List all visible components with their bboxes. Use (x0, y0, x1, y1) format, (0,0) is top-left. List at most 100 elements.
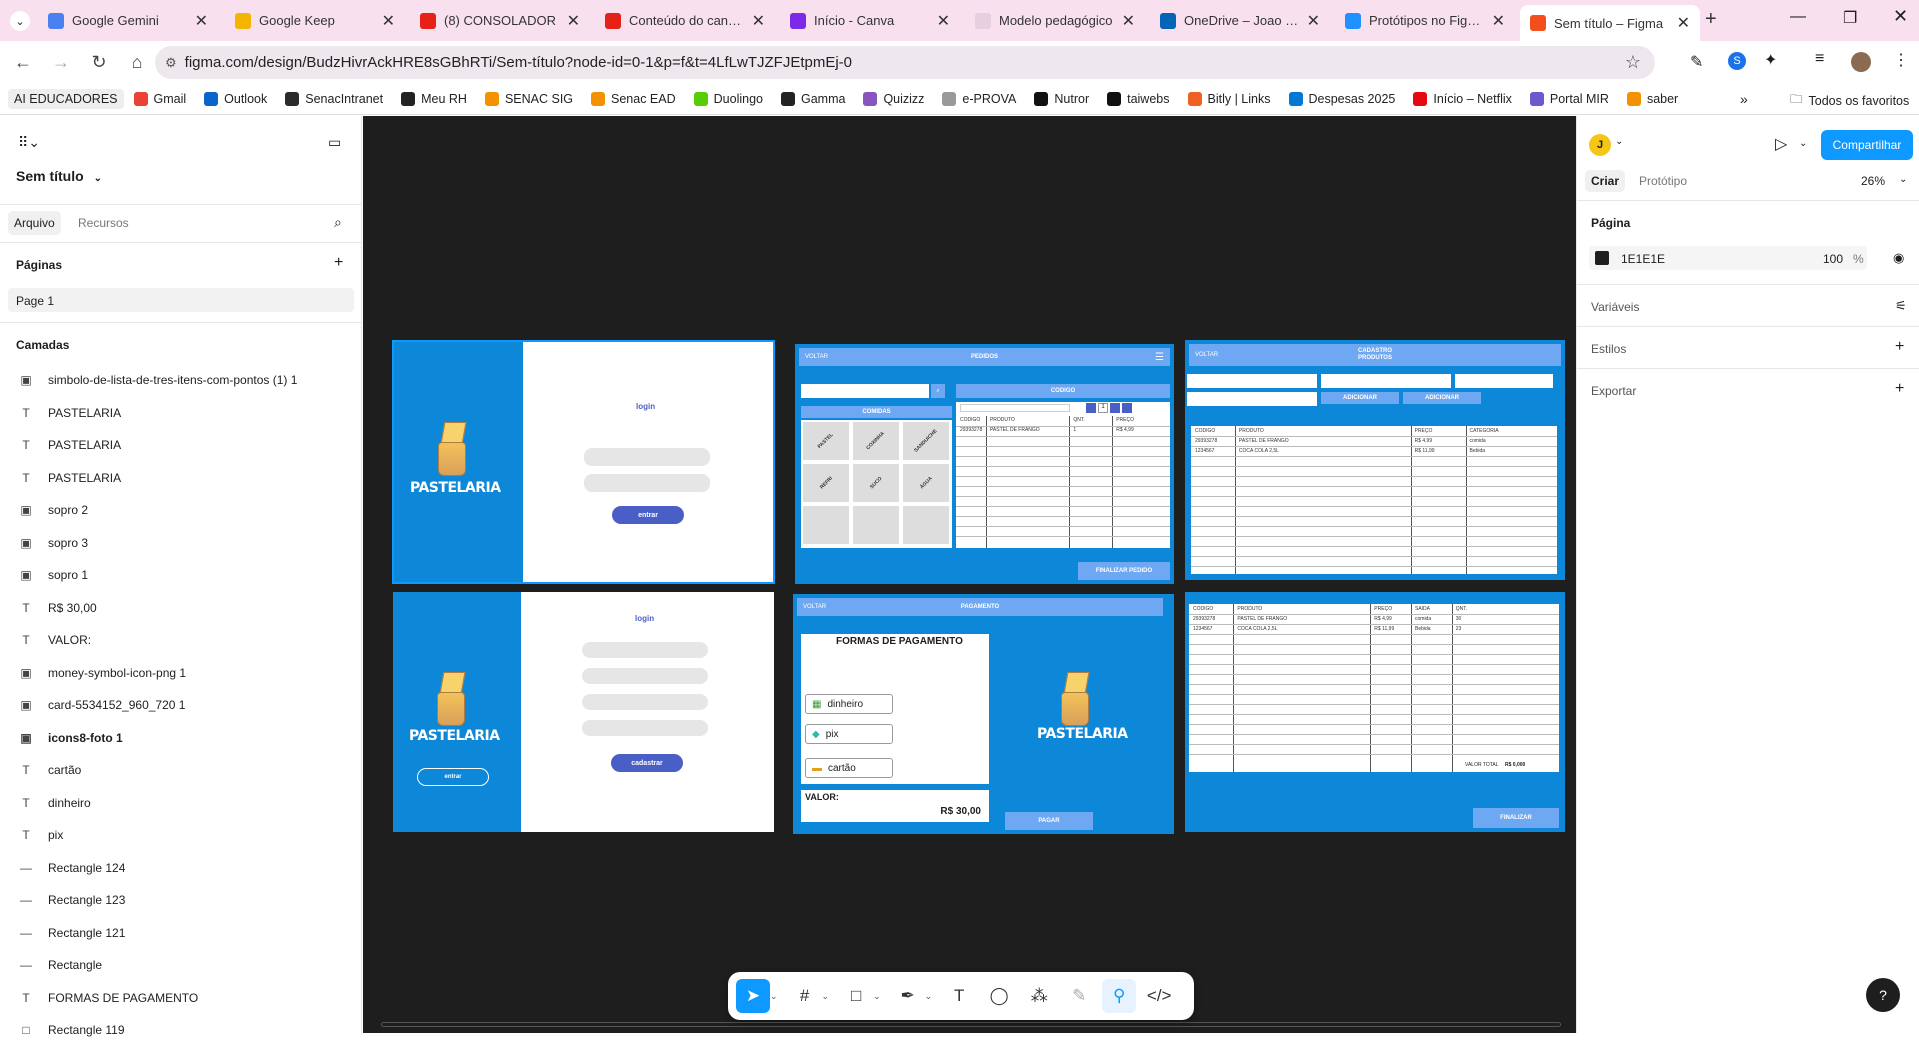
toggle-sidebar-icon[interactable]: ▭ (328, 134, 341, 151)
browser-tab[interactable]: Conteúdo do canal - ✕ (595, 7, 775, 34)
browser-tab[interactable]: Início - Canva ✕ (780, 7, 960, 34)
add-page-icon[interactable]: + (334, 254, 343, 272)
move-tool-icon[interactable]: ➤ (736, 979, 770, 1013)
add-button-2[interactable]: ADICIONAR (1403, 392, 1481, 404)
category-field[interactable] (1321, 374, 1451, 388)
browser-tab[interactable]: Modelo pedagógico ✕ (965, 7, 1145, 34)
tab-close-icon[interactable]: ✕ (752, 11, 765, 31)
search-icon[interactable]: ⌕ (334, 214, 342, 231)
entrar-link-button[interactable]: entrar (417, 768, 489, 786)
tab-search-icon[interactable]: ⌄ (10, 11, 30, 31)
back-link[interactable]: VOLTAR (803, 604, 826, 610)
bookmark-item[interactable]: Gamma (773, 91, 853, 106)
horizontal-scrollbar[interactable] (381, 1022, 1561, 1027)
export-label[interactable]: Exportar (1591, 384, 1636, 398)
home-icon[interactable]: ⌂ (122, 47, 152, 77)
finalizar-button[interactable]: FINALIZAR (1473, 808, 1559, 828)
bookmark-item[interactable]: Quizizz (855, 91, 932, 106)
actions-tool-icon[interactable]: ⁂ (1022, 979, 1056, 1013)
layer-item[interactable]: T VALOR: (0, 624, 362, 656)
file-title[interactable]: Sem título ⌄ (16, 168, 102, 184)
draw-mode-icon[interactable]: ✎ (1062, 979, 1096, 1013)
menu-item-tile[interactable]: SUCO (852, 463, 900, 503)
opacity-value[interactable]: 100 (1823, 252, 1843, 266)
design-mode-icon[interactable]: ⚲ (1102, 979, 1137, 1013)
email-field[interactable] (582, 668, 708, 684)
menu-item-tile[interactable] (852, 505, 900, 545)
browser-tab[interactable]: Protótipos no Figma ✕ (1335, 7, 1515, 34)
menu-item-tile[interactable]: ÁGUA (902, 463, 950, 503)
layer-item[interactable]: — Rectangle 121 (0, 917, 362, 949)
zoom-chevron-icon[interactable]: ⌄ (1899, 174, 1907, 185)
bookmark-item[interactable]: Meu RH (393, 91, 475, 106)
variables-settings-icon[interactable]: ⚟ (1895, 298, 1907, 314)
reload-icon[interactable]: ↻ (84, 47, 114, 77)
add-export-icon[interactable]: + (1895, 380, 1904, 398)
dev-mode-icon[interactable]: </> (1142, 979, 1176, 1013)
pen-tool-icon[interactable]: ✒ (891, 979, 925, 1013)
bookmark-item[interactable]: saber (1619, 91, 1686, 106)
layer-item[interactable]: — Rectangle 124 (0, 852, 362, 884)
tab-close-icon[interactable]: ✕ (937, 11, 950, 31)
menu-list-icon[interactable]: ☰ (1155, 352, 1164, 363)
share-button[interactable]: Compartilhar (1821, 130, 1913, 160)
bookmark-item[interactable]: Bitly | Links (1180, 91, 1279, 106)
tab-file[interactable]: Arquivo (8, 211, 61, 235)
browser-tab[interactable]: Google Gemini ✕ (38, 7, 218, 34)
layer-item[interactable]: ▣ sopro 1 (0, 559, 362, 591)
layer-item[interactable]: — Rectangle (0, 949, 362, 981)
tab-close-icon[interactable]: ✕ (1492, 11, 1505, 31)
pagar-button[interactable]: PAGAR (1005, 812, 1093, 830)
chevron-down-icon[interactable]: ⌄ (1615, 136, 1623, 147)
plus-icon[interactable] (1110, 403, 1120, 413)
menu-item-tile[interactable] (902, 505, 950, 545)
bookmark-item[interactable]: Senac EAD (583, 91, 684, 106)
price-field[interactable] (1455, 374, 1553, 388)
extensions-puzzle-icon[interactable]: ✦ (1764, 50, 1777, 70)
name-field[interactable] (582, 642, 708, 658)
back-icon[interactable]: ← (8, 47, 38, 77)
layer-item[interactable]: — Rectangle 123 (0, 884, 362, 916)
rectangle-tool-icon[interactable]: □ (839, 979, 873, 1013)
frame-payment[interactable]: VOLTAR PAGAMENTO FORMAS DE PAGAMENTO ▦ di… (793, 594, 1174, 834)
forward-icon[interactable]: → (46, 47, 76, 77)
add-button[interactable]: ADICIONAR (1321, 392, 1399, 404)
bookmark-item[interactable]: Início – Netflix (1405, 91, 1520, 106)
layer-item[interactable]: T FORMAS DE PAGAMENTO (0, 982, 362, 1014)
username-field[interactable] (584, 448, 710, 466)
all-favorites[interactable]: 🗀 Todos os favoritos (1782, 90, 1917, 111)
tab-close-icon[interactable]: ✕ (567, 11, 580, 31)
bookmark-item[interactable]: taiwebs (1099, 91, 1177, 106)
tab-close-icon[interactable]: ✕ (1677, 13, 1690, 33)
pay-cash-option[interactable]: ▦ dinheiro (805, 694, 893, 714)
frame-login[interactable]: PASTELARIA login entrar (392, 340, 775, 584)
page-item-page1[interactable]: Page 1 (8, 288, 354, 312)
media-control-icon[interactable]: ≡ (1815, 50, 1824, 68)
code-input[interactable] (960, 404, 1070, 412)
layer-item[interactable]: □ Rectangle 119 (0, 1014, 362, 1046)
frame-stock[interactable]: CODIGO PRODUTO PREÇO SAIDA QNT. 29393278 PASTE… (1185, 592, 1565, 832)
finalizar-pedido-button[interactable]: FINALIZAR PEDIDO (1078, 562, 1170, 580)
layer-item[interactable]: T R$ 30,00 (0, 592, 362, 624)
address-bar[interactable]: ⚙ figma.com/design/BudzHivrAckHRE8sGBhRT… (155, 46, 1655, 79)
bookmark-item[interactable]: e-PROVA (934, 91, 1024, 106)
tab-close-icon[interactable]: ✕ (1307, 11, 1320, 31)
menu-item-tile[interactable]: REFRI (802, 463, 850, 503)
profile-avatar[interactable] (1851, 52, 1871, 72)
page-bg-color-field[interactable]: 1E1E1E 100 % (1589, 246, 1867, 270)
browser-menu-icon[interactable]: ⋮ (1893, 50, 1909, 70)
codigo-button[interactable]: CODIGO (956, 384, 1170, 398)
bookmark-item[interactable]: SENAC SIG (477, 91, 581, 106)
layer-item[interactable]: T PASTELARIA (0, 397, 362, 429)
confirm-icon[interactable] (1122, 403, 1132, 413)
layer-item[interactable]: Tdinheiro (0, 787, 362, 819)
tab-close-icon[interactable]: ✕ (1122, 11, 1135, 31)
user-avatar[interactable]: J (1589, 134, 1611, 156)
bookmark-item[interactable]: SenacIntranet (277, 91, 391, 106)
minimize-icon[interactable]: — (1790, 8, 1806, 26)
text-tool-icon[interactable]: T (942, 979, 976, 1013)
frame-orders[interactable]: VOLTAR PEDIDOS ☰ ⌕ CODIGO COMIDAS PASTEL… (795, 344, 1174, 584)
login-button[interactable]: entrar (612, 506, 684, 524)
layer-item[interactable]: ▣ sopro 2 (0, 494, 362, 526)
back-link[interactable]: VOLTAR (805, 354, 828, 360)
